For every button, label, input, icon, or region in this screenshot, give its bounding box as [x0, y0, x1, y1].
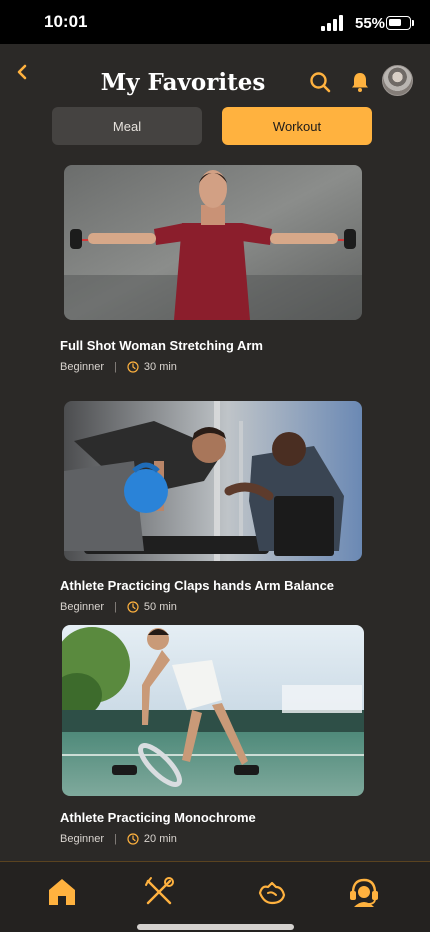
meta-divider: |	[114, 833, 117, 845]
workout-meta: Beginner | 50 min	[60, 600, 177, 614]
support-icon[interactable]	[347, 875, 381, 909]
workout-duration: 50 min	[143, 601, 177, 613]
workout-meta: Beginner | 30 min	[60, 360, 177, 374]
meta-divider: |	[114, 361, 117, 373]
status-time: 10:01	[44, 12, 88, 31]
clock-icon	[127, 361, 139, 373]
status-bar: 10:01 55%	[0, 0, 430, 44]
workout-duration: 30 min	[143, 361, 177, 373]
signal-icon	[321, 15, 347, 31]
clock-icon	[127, 833, 139, 845]
avatar[interactable]	[382, 65, 413, 96]
clock-icon	[127, 601, 139, 613]
tab-meal-label: Meal	[112, 118, 142, 134]
workout-image[interactable]	[62, 625, 364, 796]
meal-icon[interactable]	[142, 875, 176, 909]
meta-divider: |	[114, 601, 117, 613]
tab-workout-label: Workout	[272, 118, 322, 134]
workout-title[interactable]: Full Shot Woman Stretching Arm	[60, 338, 263, 353]
bottom-nav	[0, 861, 430, 932]
home-indicator[interactable]	[137, 924, 294, 930]
workout-title[interactable]: Athlete Practicing Claps hands Arm Balan…	[60, 578, 334, 593]
search-icon[interactable]	[308, 70, 332, 94]
home-icon[interactable]	[45, 875, 79, 909]
workout-level: Beginner	[60, 361, 105, 373]
battery-percent: 55%	[355, 15, 386, 32]
header: My Favorites	[0, 44, 430, 104]
workout-image[interactable]	[64, 165, 362, 320]
tab-meal[interactable]: Meal	[52, 107, 202, 145]
bell-icon[interactable]	[350, 71, 370, 93]
workout-duration: 20 min	[143, 833, 177, 845]
workout-icon[interactable]	[256, 875, 290, 909]
workout-level: Beginner	[60, 833, 105, 845]
battery-icon	[386, 16, 411, 30]
workout-image[interactable]	[64, 401, 362, 561]
workout-meta: Beginner | 20 min	[60, 832, 177, 846]
tab-workout[interactable]: Workout	[222, 107, 372, 145]
workout-level: Beginner	[60, 601, 105, 613]
workout-title[interactable]: Athlete Practicing Monochrome	[60, 810, 256, 825]
